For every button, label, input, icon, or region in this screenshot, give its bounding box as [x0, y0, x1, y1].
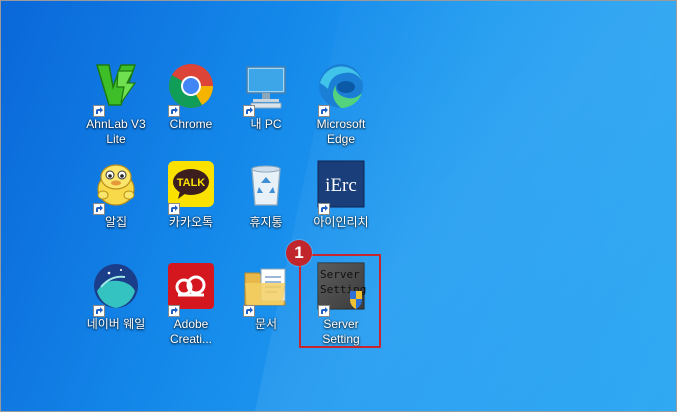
icon-label: Microsoft Edge — [316, 117, 366, 146]
documents-folder-icon — [241, 261, 291, 317]
desktop-icon-ahnlab[interactable]: AhnLab V3 Lite — [78, 61, 154, 147]
shortcut-arrow-icon — [168, 305, 180, 317]
shortcut-arrow-icon — [168, 203, 180, 215]
shortcut-arrow-icon — [168, 105, 180, 117]
shortcut-arrow-icon — [243, 105, 255, 117]
highlight-box — [299, 254, 381, 348]
this-pc-icon — [241, 61, 291, 117]
icon-label: 문서 — [254, 317, 278, 331]
desktop-icon-naver-whale[interactable]: 네이버 웨일 — [78, 261, 154, 332]
shortcut-arrow-icon — [318, 105, 330, 117]
desktop-icon-ierc[interactable]: iErc 아이인리치 — [303, 159, 379, 230]
chrome-icon — [166, 61, 216, 117]
ierc-icon: iErc — [316, 159, 366, 215]
icon-label: 네이버 웨일 — [86, 317, 146, 331]
desktop-icon-documents[interactable]: 문서 — [228, 261, 304, 332]
desktop-icon-edge[interactable]: Microsoft Edge — [303, 61, 379, 147]
icon-label: 알집 — [104, 215, 128, 229]
edge-icon — [316, 61, 366, 117]
shortcut-arrow-icon — [243, 305, 255, 317]
desktop-icon-recycle-bin[interactable]: 휴지통 — [228, 159, 304, 230]
callout-badge: 1 — [286, 240, 312, 266]
icon-label: 휴지통 — [249, 215, 283, 229]
icon-label: 카카오톡 — [168, 215, 214, 229]
recycle-bin-icon — [241, 159, 291, 209]
icon-label: Adobe Creati... — [169, 317, 212, 346]
icon-label: AhnLab V3 Lite — [86, 117, 146, 146]
shortcut-arrow-icon — [318, 203, 330, 215]
desktop: AhnLab V3 Lite Chrome 내 PC Microsoft Edg… — [0, 0, 677, 412]
kakaotalk-icon: TALK — [166, 159, 216, 215]
icon-label: 아이인리치 — [313, 215, 369, 229]
kakao-talk-text: TALK — [177, 177, 206, 189]
icon-label: 내 PC — [250, 117, 282, 131]
ahnlab-v3-icon — [91, 61, 141, 117]
shortcut-arrow-icon — [93, 105, 105, 117]
shortcut-arrow-icon — [93, 203, 105, 215]
desktop-icon-this-pc[interactable]: 내 PC — [228, 61, 304, 132]
desktop-icon-chrome[interactable]: Chrome — [153, 61, 229, 132]
shortcut-arrow-icon — [93, 305, 105, 317]
naver-whale-icon — [91, 261, 141, 317]
icon-label: Chrome — [169, 117, 213, 131]
adobe-cc-icon — [166, 261, 216, 317]
desktop-icon-alzip[interactable]: 알집 — [78, 159, 154, 230]
desktop-icon-adobe-cc[interactable]: Adobe Creati... — [153, 261, 229, 347]
desktop-icon-kakaotalk[interactable]: TALK 카카오톡 — [153, 159, 229, 230]
alzip-icon — [91, 159, 141, 215]
ierc-text: iErc — [325, 175, 357, 196]
